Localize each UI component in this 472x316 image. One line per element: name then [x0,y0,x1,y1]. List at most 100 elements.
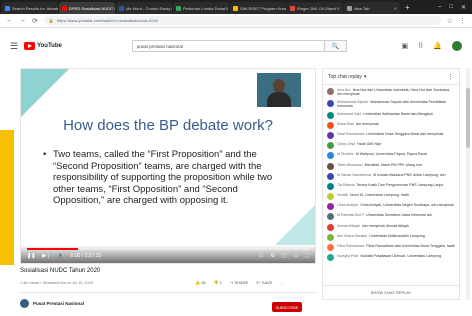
tab-favicon-icon [290,5,295,11]
menu-icon[interactable]: ☰ [10,41,18,52]
chat-author-avatar[interactable] [327,131,334,139]
dislike-button[interactable]: 👎 1 [214,280,222,285]
channel-name[interactable]: Pusat Prestasi Nasional [33,301,84,306]
chat-author-name[interactable]: M Sahab Nurrachmat [337,173,371,177]
chat-message-body: Muhamad Said Universitas Kalimantan Barat… [337,112,433,116]
close-window-icon[interactable]: ✕ [461,4,466,11]
chat-author-name[interactable]: Aini Nusra Maulani [337,234,367,238]
chat-author-avatar[interactable] [327,193,334,201]
share-button[interactable]: ↪ SHARE [230,280,248,285]
volume-icon[interactable]: 🔊 [57,253,63,259]
chat-more-icon[interactable]: ⋮ [447,73,454,81]
chat-author-name[interactable]: Siska Wati [337,122,354,126]
browser-tab[interactable]: SIM-RISET Program Kreativitas✕ [230,2,286,14]
miniplayer-icon[interactable]: ▢ [282,253,287,259]
tab-favicon-icon [62,5,67,11]
address-bar: ← → ⟳ 🔒 https://www.youtube.com/watch?v=… [0,14,472,28]
chat-author-name[interactable]: Cindy Dewi [337,142,355,146]
chat-author-avatar[interactable] [327,223,334,231]
captions-icon[interactable]: ▭ [259,253,264,259]
chat-author-avatar[interactable] [327,162,334,170]
chat-message-text: M Ichwan Maulana PNS Untuk Lampung, izin [373,172,446,177]
forward-arrow-icon[interactable]: → [19,17,26,24]
chat-author-avatar[interactable] [327,111,334,119]
tab-close-icon[interactable]: ✕ [337,6,340,11]
like-button[interactable]: 👍 48 [195,280,206,285]
chat-author-name[interactable]: Fitria Ramadhani [337,244,364,248]
notifications-bell-icon[interactable]: 🔔 [433,42,442,50]
scrollbar-thumb[interactable] [466,88,470,148]
chat-author-avatar[interactable] [327,172,334,180]
tab-close-icon[interactable]: ✕ [113,6,115,11]
chat-author-avatar[interactable] [327,121,334,129]
chat-message: Fitria Ramadhani Fitria Ramadhani dari Un… [327,244,455,251]
chat-author-name[interactable]: Ahmad Alfaqih [337,224,360,228]
chat-author-avatar[interactable] [327,244,334,251]
pause-icon[interactable]: ❚❚ [27,253,35,259]
more-actions-button[interactable]: … [280,280,284,285]
chat-message: Ahmad Alfaqih izin menyimak Ahmad Alfaqih [327,223,455,231]
channel-avatar[interactable] [20,299,29,308]
chat-author-name[interactable]: Dewi Ramadhani [337,132,364,136]
extensions-icon[interactable]: ⋮ [459,17,466,25]
progress-fill [27,248,78,250]
url-field[interactable]: 🔒 https://www.youtube.com/watch?v=sosial… [43,16,441,25]
browser-tab[interactable]: Pedoman Lomba Debat ✕ [173,2,229,14]
maximize-icon[interactable]: □ [449,4,453,11]
tab-close-icon[interactable]: ✕ [170,6,172,11]
chevron-down-icon[interactable]: ▾ [364,74,367,80]
save-button[interactable]: ≡+ SAVE [256,280,272,285]
tab-close-icon[interactable]: ✕ [394,6,397,11]
browser-tab[interactable]: New Tab ✕ [344,2,400,14]
browser-tab[interactable]: DPRD Sosialisasi NUDC ✕ [59,2,115,14]
reload-icon[interactable]: ⟳ [32,17,38,25]
fullscreen-icon[interactable]: ⛶ [305,253,309,259]
chat-author-avatar[interactable] [327,88,334,95]
next-icon[interactable]: ▶❘ [42,253,50,259]
chat-author-name[interactable]: Cinta Amiyah [337,203,358,207]
chat-author-avatar[interactable] [327,254,334,262]
bookmark-star-icon[interactable]: ☆ [447,17,453,25]
tab-close-icon[interactable]: ✕ [225,6,228,11]
chat-message-body: Muhammad Saputri Muhammad Saputri dari Un… [337,100,455,109]
search-input[interactable]: pusat prestasi nasional [133,44,324,49]
account-avatar[interactable] [452,41,462,51]
chat-mode-selector[interactable]: Top chat replay [328,74,362,80]
youtube-logo[interactable]: YouTube [24,42,62,50]
chat-author-name[interactable]: Tia Rahma [337,183,354,187]
theater-mode-icon[interactable]: ▭ [294,253,299,259]
browser-tab[interactable]: Ringer 2ML Oil Object ✕ [287,2,343,14]
show-chat-replay-button[interactable]: SHOW CHAT REPLAY [323,285,459,299]
chat-author-avatar[interactable] [327,213,334,221]
chat-author-avatar[interactable] [327,203,334,211]
player-control-row: ❚❚ ▶❘ 🔊 0:00 / 2:57:33 ▭ ⚙ ▢ ▭ ⛶ [27,251,309,261]
chat-author-avatar[interactable] [327,152,334,160]
chat-author-name[interactable]: Muhamad Said [337,112,361,116]
chat-author-name[interactable]: Tifani Wulansari [337,163,363,167]
back-arrow-icon[interactable]: ← [6,17,13,24]
minimize-icon[interactable]: – [438,4,441,11]
chat-message: M Sholihin M Wahyuni, Universitas Papua, … [327,152,455,160]
chat-author-name[interactable]: Nurlaili [337,193,348,197]
page-scrollbar[interactable] [466,68,470,300]
chat-author-name[interactable]: M Sholihin [337,152,354,156]
tab-label: SIM-RISET Program Kreativitas [240,5,286,11]
chat-author-avatar[interactable] [327,233,334,241]
progress-bar[interactable] [27,248,309,250]
settings-gear-icon[interactable]: ⚙ [271,253,275,259]
browser-tab[interactable]: Search Results for 'debate'✕ [2,2,58,14]
chat-author-name[interactable]: M Rahmat Dwi P [337,213,364,217]
chat-author-avatar[interactable] [327,182,334,190]
chat-author-name[interactable]: Nursyila Putri [337,254,358,258]
channel-info[interactable]: Pusat Prestasi Nasional [20,299,84,308]
create-video-icon[interactable]: ▣ [402,42,409,50]
subscribe-button[interactable]: SUBSCRIBE [272,302,302,312]
apps-grid-icon[interactable]: ⠿ [418,42,423,50]
chat-author-avatar[interactable] [327,99,334,107]
browser-tab[interactable]: Ms Word - Contoh Essay✕ [116,2,172,14]
chat-author-avatar[interactable] [327,142,334,150]
player-controls: ❚❚ ▶❘ 🔊 0:00 / 2:57:33 ▭ ⚙ ▢ ▭ ⛶ [21,245,315,263]
new-tab-button[interactable]: + [401,3,414,12]
search-icon[interactable]: 🔍 [323,41,346,51]
video-player[interactable]: How does the BP debate work? Two teams, … [20,68,316,264]
